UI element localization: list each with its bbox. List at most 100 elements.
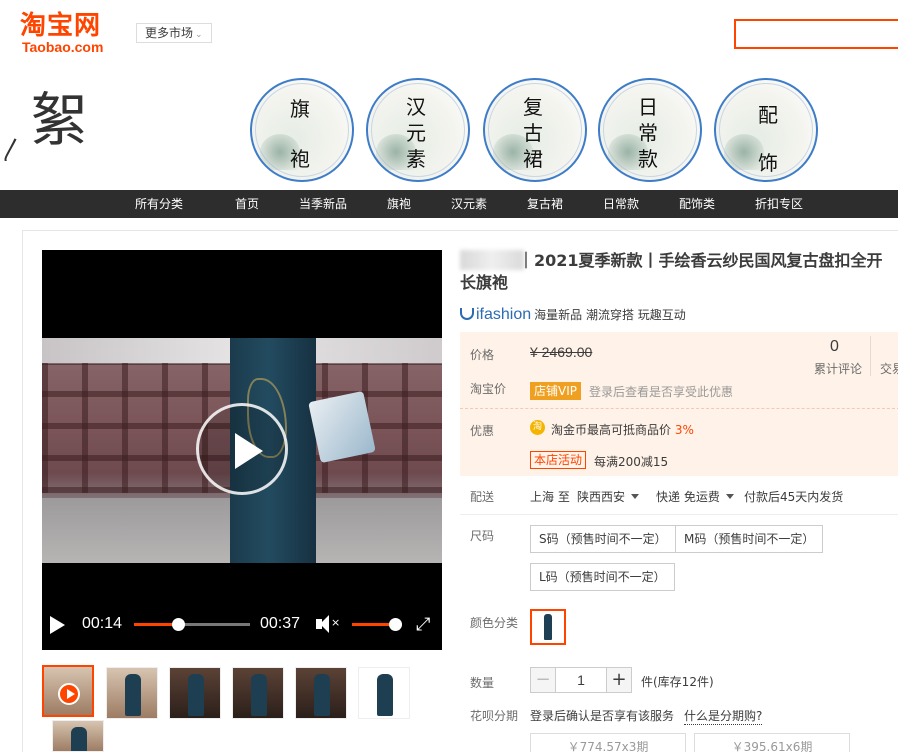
circle-char: 配 <box>758 103 778 127</box>
color-label: 颜色分类 <box>470 616 519 630</box>
stock-info: 件(库存12件) <box>641 675 714 689</box>
installment-label: 花呗分期 <box>470 709 519 723</box>
shop-nav-bar: 所有分类 首页 当季新品 旗袍 汉元素 复古裙 日常款 配饰类 折扣专区 <box>0 190 898 218</box>
video-progress-bar[interactable] <box>134 618 250 631</box>
ifashion-badge[interactable]: ifashion 海量新品 潮流穿搭 玩趣互动 <box>460 306 686 326</box>
circle-char: 素 <box>406 147 426 171</box>
quantity-plus-button[interactable]: + <box>606 667 632 693</box>
circle-char: 日 <box>638 95 658 119</box>
quantity-minus-button[interactable]: − <box>530 667 556 693</box>
category-circle-hanyuansu[interactable]: 汉 元 素 <box>366 78 470 182</box>
activity-text: 每满200减15 <box>594 455 669 469</box>
thumbnail-image[interactable] <box>232 667 284 719</box>
quantity-input[interactable] <box>556 667 606 693</box>
thumb-figure <box>188 674 204 716</box>
thumb-figure <box>251 674 267 716</box>
logo-en: Taobao.com <box>22 39 104 55</box>
thumb-figure <box>71 727 87 751</box>
top-bar: 淘宝网 Taobao.com 更多市场 ⌄ <box>0 0 898 70</box>
size-option-m[interactable]: M码（预售时间不一定） <box>675 525 824 553</box>
nav-item-home[interactable]: 首页 <box>235 190 259 218</box>
volume-knob[interactable] <box>388 618 402 631</box>
color-option-thumb <box>544 614 552 640</box>
mute-icon[interactable]: × <box>316 614 340 634</box>
original-price: ¥ 2469.00 <box>530 344 593 360</box>
play-button-large[interactable] <box>196 403 288 495</box>
installment-option-3[interactable]: ￥774.57x3期 <box>530 733 686 752</box>
product-video-player[interactable]: 00:14 00:37 × ⤢ <box>42 250 442 650</box>
circle-char: 古 <box>523 121 543 145</box>
shipping-row: 配送 上海 至 陕西西安 快递 免运费 付款后45天内发货 <box>460 488 898 508</box>
price-panel: 价格 ¥ 2469.00 0 累计评论 交易 淘宝价 店铺VIP 登录后查看是否… <box>460 332 898 476</box>
nav-item-vintage-dress[interactable]: 复古裙 <box>527 190 563 218</box>
taobao-logo[interactable]: 淘宝网 Taobao.com <box>20 12 120 56</box>
nav-item-daily[interactable]: 日常款 <box>603 190 639 218</box>
category-circle-richangkuan[interactable]: 日 常 款 <box>598 78 702 182</box>
installment-help-link[interactable]: 什么是分期购? <box>684 707 763 725</box>
ship-method-dropdown[interactable]: 快递 免运费 <box>656 488 734 505</box>
progress-knob[interactable] <box>172 618 186 631</box>
speaker-cone <box>320 615 329 633</box>
thumbnail-image[interactable] <box>358 667 410 719</box>
circle-char: 袍 <box>290 147 310 171</box>
total-time: 00:37 <box>260 615 301 632</box>
thumb-figure <box>377 674 393 716</box>
shop-brush-character: 絮 <box>30 86 89 154</box>
play-icon <box>58 683 80 705</box>
search-input[interactable] <box>734 19 898 49</box>
trade-label[interactable]: 交易 <box>880 360 898 377</box>
ship-eta: 付款后45天内发货 <box>744 490 844 504</box>
category-circle-peishi[interactable]: 配 饰 <box>714 78 818 182</box>
ship-to-dropdown[interactable]: 陕西西安 <box>577 488 640 505</box>
ifashion-logo: ifashion <box>476 306 532 323</box>
taobao-price-label: 淘宝价 <box>470 382 507 396</box>
thumbnail-image[interactable] <box>106 667 158 719</box>
nav-item-new-season[interactable]: 当季新品 <box>299 190 347 218</box>
circle-char: 裙 <box>523 147 543 171</box>
fullscreen-icon[interactable]: ⤢ <box>416 614 438 636</box>
muted-x-icon: × <box>331 616 341 629</box>
more-market-dropdown[interactable]: 更多市场 ⌄ <box>136 23 212 43</box>
nav-item-qipao[interactable]: 旗袍 <box>387 190 411 218</box>
circle-char: 款 <box>638 147 658 171</box>
shop-activity-badge[interactable]: 本店活动 <box>530 451 587 469</box>
circle-char: 元 <box>406 121 426 145</box>
play-icon[interactable] <box>50 616 65 634</box>
chevron-down-icon <box>725 494 734 499</box>
category-circle-qipao[interactable]: 旗 袍 <box>250 78 354 182</box>
size-option-l[interactable]: L码（预售时间不一定） <box>530 563 675 591</box>
promo-label: 优惠 <box>470 424 495 438</box>
installment-option-6[interactable]: ￥395.61x6期 <box>694 733 850 752</box>
chevron-down-icon: ⌄ <box>195 30 203 40</box>
logo-cn: 淘宝网 <box>20 11 102 41</box>
size-option-s[interactable]: S码（预售时间不一定） <box>530 525 676 553</box>
video-controls: 00:14 00:37 × ⤢ <box>42 600 442 650</box>
price-label: 价格 <box>470 348 495 362</box>
shop-vip-badge[interactable]: 店铺VIP <box>530 382 581 400</box>
nav-item-accessories[interactable]: 配饰类 <box>679 190 715 218</box>
ifashion-heart-icon <box>460 308 474 320</box>
brush-stroke-decoration: 〳 <box>0 136 24 164</box>
ship-to: 陕西西安 <box>577 490 626 504</box>
quantity-label: 数量 <box>470 676 495 690</box>
category-circle-fuguqun[interactable]: 复 古 裙 <box>483 78 587 182</box>
thumbnail-image[interactable] <box>52 720 104 752</box>
more-market-label: 更多市场 <box>145 26 194 40</box>
volume-slider[interactable] <box>352 618 402 631</box>
thumbnail-image[interactable] <box>295 667 347 719</box>
nav-item-discount[interactable]: 折扣专区 <box>755 190 803 218</box>
thumbnail-image[interactable] <box>169 667 221 719</box>
shipping-divider <box>460 514 898 515</box>
circle-char: 旗 <box>290 97 310 121</box>
size-label: 尺码 <box>470 529 495 543</box>
nav-item-all-categories[interactable]: 所有分类 <box>135 190 183 218</box>
coin-offer-percent: 3% <box>674 423 694 437</box>
chevron-down-icon <box>631 494 640 499</box>
circle-char: 饰 <box>758 151 778 175</box>
thumbnail-video[interactable] <box>42 665 94 717</box>
ship-method: 快递 免运费 <box>656 490 720 504</box>
coin-offer-text: 淘金币最高可抵商品价 <box>551 423 672 437</box>
reviews-label[interactable]: 累计评论 <box>814 360 862 377</box>
nav-item-hanyuansu[interactable]: 汉元素 <box>451 190 487 218</box>
color-option[interactable] <box>530 609 566 645</box>
